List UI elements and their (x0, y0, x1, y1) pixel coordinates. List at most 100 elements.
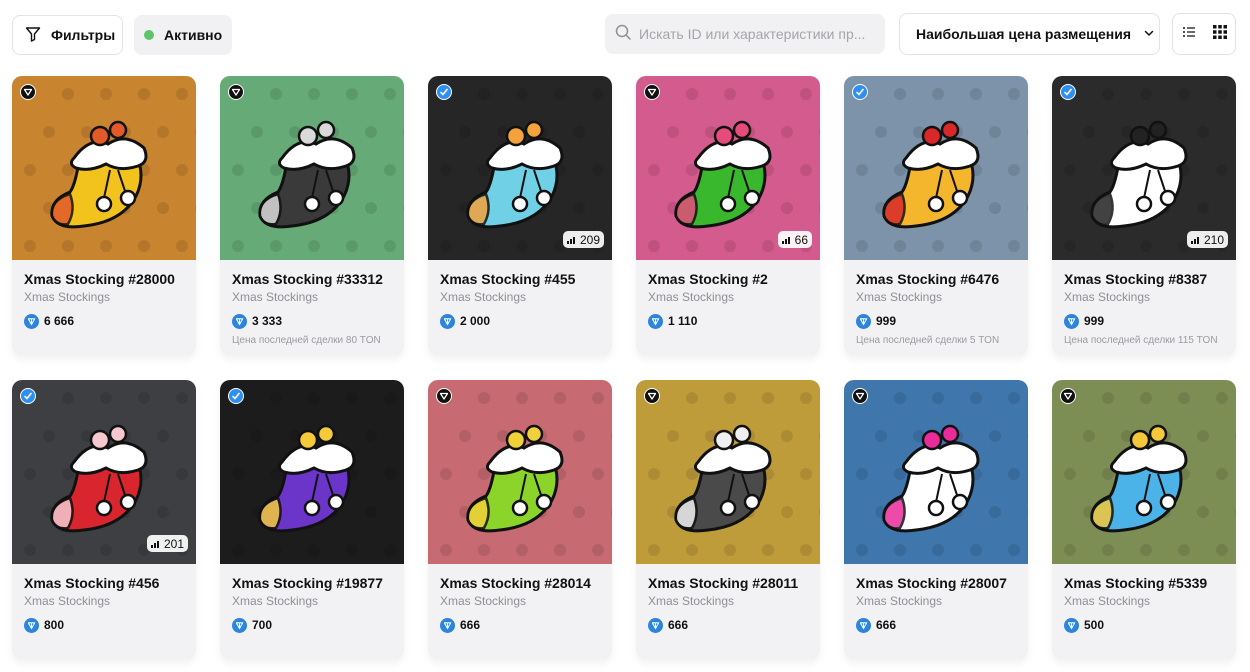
gift-image (844, 380, 1028, 564)
ton-icon (232, 617, 247, 633)
stocking-icon (1090, 424, 1188, 533)
filters-button[interactable]: Фильтры (12, 15, 123, 55)
gift-title: Xmas Stocking #6476 (856, 271, 1000, 287)
gift-title: Xmas Stocking #2 (648, 271, 768, 287)
verified-badge (436, 388, 452, 404)
signal-icon (781, 233, 792, 247)
price-value: 999 (1084, 314, 1105, 328)
sort-dropdown[interactable]: Наибольшая цена размещения (899, 13, 1160, 55)
rank-value: 66 (794, 232, 808, 247)
verified-badge (644, 388, 660, 404)
price-value: 3 333 (252, 314, 283, 328)
gift-image: 201 (12, 380, 196, 564)
ton-icon (440, 313, 455, 329)
card-body: Xmas Stocking #2 Xmas Stockings 1 110 (636, 260, 820, 329)
gift-title: Xmas Stocking #5339 (1064, 575, 1208, 591)
price-row: 800 (24, 617, 184, 633)
stocking-icon (882, 120, 980, 229)
gift-image (12, 76, 196, 260)
card-body: Xmas Stocking #6476 Xmas Stockings 999 Ц… (844, 260, 1028, 346)
view-toggle (1172, 13, 1236, 55)
card-body: Xmas Stocking #8387 Xmas Stockings 999 Ц… (1052, 260, 1236, 346)
price-row: 1 110 (648, 313, 808, 329)
toolbar: Фильтры Активно Наибольшая цена размещен… (0, 0, 1250, 68)
ton-icon (856, 313, 871, 329)
list-view-button[interactable] (1178, 23, 1200, 45)
card-body: Xmas Stocking #456 Xmas Stockings 800 (12, 564, 196, 633)
gift-title: Xmas Stocking #28014 (440, 575, 591, 591)
collection-name: Xmas Stockings (24, 290, 111, 304)
price-row: 3 333 (232, 313, 392, 329)
gift-title: Xmas Stocking #33312 (232, 271, 383, 287)
gift-card[interactable]: Xmas Stocking #28011 Xmas Stockings 666 (636, 380, 820, 660)
price-value: 666 (668, 618, 689, 632)
price-row: 2 000 (440, 313, 600, 329)
gift-card[interactable]: Xmas Stocking #19877 Xmas Stockings 700 (220, 380, 404, 660)
card-body: Xmas Stocking #33312 Xmas Stockings 3 33… (220, 260, 404, 346)
gift-card[interactable]: Xmas Stocking #5339 Xmas Stockings 500 (1052, 380, 1236, 660)
last-deal-price: Цена последней сделки 5 TON (856, 335, 1000, 346)
price-row: 666 (856, 617, 1016, 633)
card-body: Xmas Stocking #455 Xmas Stockings 2 000 (428, 260, 612, 329)
collection-name: Xmas Stockings (24, 594, 111, 608)
rank-value: 210 (1203, 232, 1224, 247)
verified-badge (1060, 84, 1076, 100)
search-box (605, 14, 885, 54)
ton-icon (1064, 617, 1079, 633)
gift-title: Xmas Stocking #19877 (232, 575, 383, 591)
card-body: Xmas Stocking #19877 Xmas Stockings 700 (220, 564, 404, 633)
ton-icon (24, 617, 39, 633)
gift-card[interactable]: 209 Xmas Stocking #455 Xmas Stockings 2 … (428, 76, 612, 356)
gift-image: 210 (1052, 76, 1236, 260)
rank-badge: 209 (562, 231, 604, 248)
stocking-icon (50, 424, 148, 533)
grid-icon (1212, 24, 1228, 45)
price-value: 666 (460, 618, 481, 632)
collection-name: Xmas Stockings (856, 290, 943, 304)
verified-badge (644, 84, 660, 100)
ton-icon (648, 617, 663, 633)
active-filter-button[interactable]: Активно (134, 15, 232, 55)
gift-image (220, 380, 404, 564)
grid-view-button[interactable] (1209, 23, 1231, 45)
rank-badge: 66 (777, 231, 812, 248)
gift-image (636, 380, 820, 564)
search-icon (615, 24, 631, 45)
last-deal-price: Цена последней сделки 80 TON (232, 335, 381, 346)
ton-icon (24, 313, 39, 329)
card-body: Xmas Stocking #28011 Xmas Stockings 666 (636, 564, 820, 633)
rank-value: 209 (579, 232, 600, 247)
price-row: 999 (856, 313, 1016, 329)
signal-icon (150, 537, 161, 551)
stocking-icon (674, 424, 772, 533)
sort-label: Наибольшая цена размещения (916, 26, 1131, 42)
rank-value: 201 (163, 536, 184, 551)
verified-badge (852, 388, 868, 404)
gift-card[interactable]: 66 Xmas Stocking #2 Xmas Stockings 1 110 (636, 76, 820, 356)
filters-label: Фильтры (51, 27, 116, 43)
price-row: 666 (648, 617, 808, 633)
gift-card[interactable]: Xmas Stocking #28014 Xmas Stockings 666 (428, 380, 612, 660)
stocking-icon (674, 120, 772, 229)
stocking-icon (258, 120, 356, 229)
collection-name: Xmas Stockings (232, 290, 319, 304)
stocking-icon (1090, 120, 1188, 229)
ton-icon (1064, 313, 1079, 329)
collection-name: Xmas Stockings (648, 290, 735, 304)
gift-card[interactable]: Xmas Stocking #28007 Xmas Stockings 666 (844, 380, 1028, 660)
gift-card[interactable]: 201 Xmas Stocking #456 Xmas Stockings 80… (12, 380, 196, 660)
gift-image: 209 (428, 76, 612, 260)
collection-name: Xmas Stockings (440, 290, 527, 304)
gift-title: Xmas Stocking #28000 (24, 271, 175, 287)
gift-card[interactable]: Xmas Stocking #6476 Xmas Stockings 999 Ц… (844, 76, 1028, 356)
verified-badge (228, 84, 244, 100)
gift-image (844, 76, 1028, 260)
search-input[interactable] (639, 26, 869, 42)
collection-name: Xmas Stockings (1064, 594, 1151, 608)
rank-badge: 201 (146, 535, 188, 552)
gift-card[interactable]: 210 Xmas Stocking #8387 Xmas Stockings 9… (1052, 76, 1236, 356)
ton-icon (856, 617, 871, 633)
gift-card[interactable]: Xmas Stocking #28000 Xmas Stockings 6 66… (12, 76, 196, 356)
ton-icon (232, 313, 247, 329)
gift-card[interactable]: Xmas Stocking #33312 Xmas Stockings 3 33… (220, 76, 404, 356)
